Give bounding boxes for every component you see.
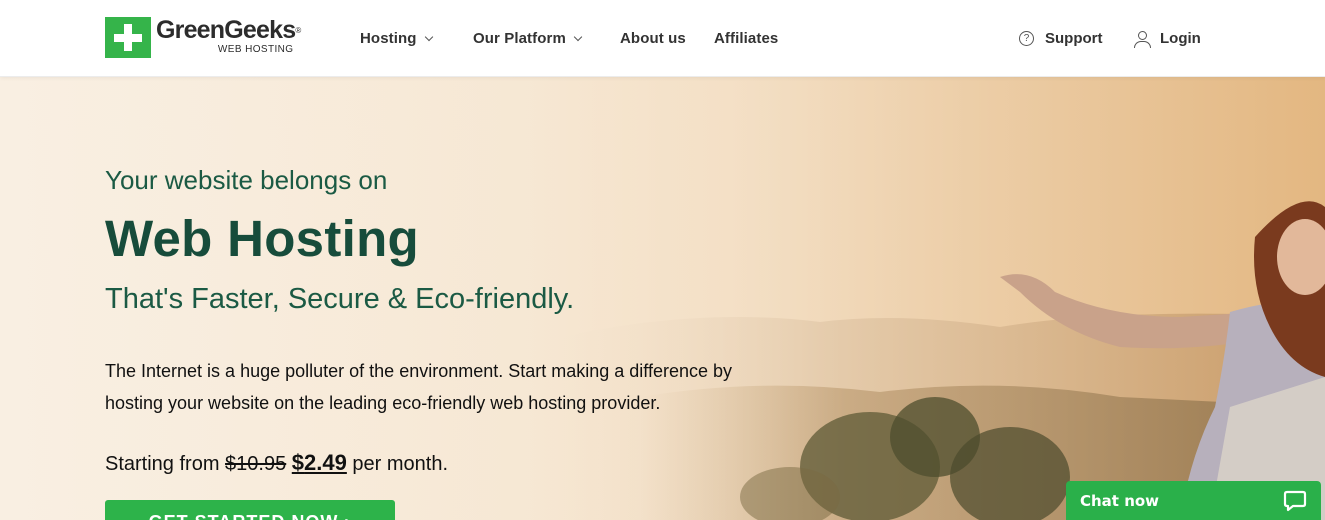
get-started-button[interactable]: GET STARTED NOW › (105, 500, 395, 520)
nav-hosting[interactable]: Hosting (360, 0, 433, 77)
chat-label: Chat now (1080, 492, 1160, 510)
chevron-down-icon (424, 32, 433, 41)
price-suffix: per month. (352, 453, 449, 475)
site-header: GreenGeeks® WEB HOSTING Hosting Our Plat… (0, 0, 1325, 77)
nav-about-us-label: About us (620, 30, 686, 47)
hero-eyebrow: Your website belongs on (105, 165, 388, 195)
user-icon (1134, 30, 1151, 48)
hero-subhead: That's Faster, Secure & Eco-friendly. (105, 283, 575, 315)
nav-affiliates-label: Affiliates (714, 30, 779, 47)
nav-our-platform-label: Our Platform (473, 30, 566, 47)
hero-description: The Internet is a huge polluter of the e… (105, 361, 733, 413)
price-amount: 2.49 (304, 450, 347, 475)
price-currency: $ (291, 450, 305, 475)
chat-bubble-icon (1283, 490, 1307, 512)
support-link[interactable]: ? Support (1019, 0, 1103, 77)
nav-affiliates[interactable]: Affiliates (714, 0, 778, 77)
nav-hosting-label: Hosting (360, 30, 417, 47)
hero-section: Your website belongs on Web Hosting That… (0, 77, 1325, 520)
greengeeks-logo[interactable]: GreenGeeks® WEB HOSTING (105, 16, 301, 59)
hero-headline: Web Hosting (105, 210, 420, 267)
chevron-down-icon (573, 32, 583, 41)
plus-logo-icon (105, 17, 151, 58)
pricing-line: Starting from $10.95 $2.49 per month. (105, 450, 448, 476)
nav-about-us[interactable]: About us (620, 0, 686, 77)
support-label: Support (1045, 30, 1103, 47)
old-price: $10.95 (225, 453, 287, 475)
logo-registered-mark: ® (295, 26, 301, 35)
chat-now-button[interactable]: Chat now (1066, 481, 1321, 520)
login-link[interactable]: Login (1134, 0, 1201, 77)
login-label: Login (1160, 30, 1201, 47)
logo-tagline: WEB HOSTING (217, 44, 294, 55)
new-price: $2.49 (292, 450, 347, 475)
logo-name: GreenGeeks (156, 16, 296, 44)
nav-our-platform[interactable]: Our Platform (473, 0, 583, 77)
help-circle-icon: ? (1019, 31, 1034, 46)
price-prefix: Starting from (105, 453, 220, 475)
